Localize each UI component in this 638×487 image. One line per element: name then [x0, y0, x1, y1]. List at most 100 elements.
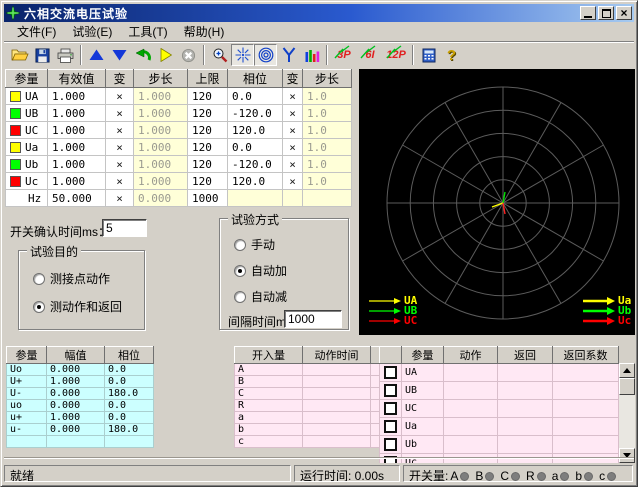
phase-cell[interactable]: -120.0	[228, 156, 283, 173]
vary-toggle[interactable]: ×	[283, 156, 303, 173]
interval-input[interactable]	[284, 310, 342, 328]
phase-step-cell[interactable]: 1.0	[303, 139, 352, 156]
radio-button-selected[interactable]	[234, 265, 246, 277]
checkbox[interactable]	[384, 366, 397, 379]
switch-state-icon	[460, 472, 469, 481]
start-button[interactable]	[154, 44, 177, 66]
radio-button[interactable]	[33, 273, 45, 285]
switch-indicator-c: c	[599, 469, 616, 482]
bar-view-button[interactable]	[300, 44, 323, 66]
lower-button[interactable]	[108, 44, 131, 66]
phase-cell[interactable]: 0.0	[228, 139, 283, 156]
maximize-button[interactable]	[598, 6, 614, 20]
step-cell[interactable]: 1.000	[134, 105, 188, 122]
close-button[interactable]: ×	[616, 6, 632, 20]
vary-toggle[interactable]: ×	[106, 88, 134, 105]
phase-cell[interactable]: 0.0	[228, 88, 283, 105]
phase-cell[interactable]: 120.0	[228, 122, 283, 139]
limit-cell[interactable]: 1000	[188, 190, 228, 207]
switch-indicator-B: B	[475, 469, 494, 482]
limit-cell[interactable]: 120	[188, 173, 228, 190]
col-header: 变	[283, 70, 303, 88]
vary-toggle[interactable]: ×	[106, 122, 134, 139]
vary-toggle[interactable]: ×	[283, 105, 303, 122]
confirm-time-input[interactable]	[102, 219, 147, 237]
limit-cell[interactable]: 120	[188, 105, 228, 122]
limit-cell[interactable]: 120	[188, 156, 228, 173]
vector-view-button[interactable]	[277, 44, 300, 66]
mode-6i-button[interactable]: 6I	[357, 44, 383, 66]
step-cell[interactable]: 0.000	[134, 190, 188, 207]
parameter-table: 参量 有效值 变 步长 上限 相位 变 步长 UA 1.000 × 1.000 …	[5, 69, 352, 207]
scrollbar-thumb[interactable]	[619, 378, 635, 395]
zoom-button[interactable]	[208, 44, 231, 66]
vary-toggle[interactable]: ×	[106, 190, 134, 207]
checkbox[interactable]	[384, 420, 397, 433]
vary-toggle[interactable]: ×	[106, 156, 134, 173]
phasor-view-button[interactable]	[231, 44, 254, 66]
table-row: Ub	[380, 436, 619, 454]
menu-tools[interactable]: 工具(T)	[120, 21, 175, 42]
limit-cell[interactable]: 120	[188, 139, 228, 156]
rms-cell[interactable]: 1.000	[48, 173, 106, 190]
calculator-button[interactable]	[417, 44, 440, 66]
limit-cell[interactable]: 120	[188, 122, 228, 139]
vary-toggle[interactable]: ×	[106, 173, 134, 190]
vary-toggle[interactable]: ×	[106, 139, 134, 156]
stop-button[interactable]	[177, 44, 200, 66]
step-cell[interactable]: 1.000	[134, 139, 188, 156]
rms-cell[interactable]: 1.000	[48, 139, 106, 156]
scroll-down-button[interactable]	[619, 448, 635, 463]
reset-button[interactable]	[131, 44, 154, 66]
raise-button[interactable]	[85, 44, 108, 66]
step-cell[interactable]: 1.000	[134, 173, 188, 190]
legend-uc: UC	[369, 316, 417, 326]
mode-3p-button[interactable]: 3P	[331, 44, 357, 66]
spiral-view-button[interactable]	[254, 44, 277, 66]
vary-toggle[interactable]: ×	[106, 105, 134, 122]
phase-cell[interactable]: 120.0	[228, 173, 283, 190]
vary-toggle[interactable]: ×	[283, 139, 303, 156]
switch-indicator-C: C	[500, 469, 520, 482]
rms-cell[interactable]: 1.000	[48, 156, 106, 173]
print-button[interactable]	[54, 44, 77, 66]
table-row: UC 1.000 × 1.000 120 120.0 × 1.0	[6, 122, 352, 139]
menu-help[interactable]: 帮助(H)	[176, 21, 233, 42]
vary-toggle[interactable]: ×	[283, 88, 303, 105]
open-button[interactable]	[8, 44, 31, 66]
checkbox[interactable]	[384, 384, 397, 397]
scroll-up-button[interactable]	[619, 363, 635, 378]
rms-cell[interactable]: 50.000	[48, 190, 106, 207]
phase-step-cell[interactable]: 1.0	[303, 88, 352, 105]
arrow-icon	[583, 316, 615, 326]
step-cell[interactable]: 1.000	[134, 122, 188, 139]
phase-step-cell[interactable]: 1.0	[303, 173, 352, 190]
minimize-button[interactable]	[580, 6, 596, 20]
radio-button-selected[interactable]	[33, 301, 45, 313]
checkbox[interactable]	[384, 438, 397, 451]
menu-test[interactable]: 试验(E)	[64, 21, 120, 42]
help-button[interactable]: ?	[440, 44, 463, 66]
radio-button[interactable]	[234, 291, 246, 303]
phase-step-cell[interactable]: 1.0	[303, 105, 352, 122]
menu-file[interactable]: 文件(F)	[9, 21, 64, 42]
phase-step-cell[interactable]: 1.0	[303, 156, 352, 173]
rms-cell[interactable]: 1.000	[48, 88, 106, 105]
rms-cell[interactable]: 1.000	[48, 105, 106, 122]
step-cell[interactable]: 1.000	[134, 88, 188, 105]
col-header: 有效值	[48, 70, 106, 88]
phase-cell[interactable]: -120.0	[228, 105, 283, 122]
vary-toggle[interactable]: ×	[283, 173, 303, 190]
phase-step-cell[interactable]: 1.0	[303, 122, 352, 139]
checkbox[interactable]	[384, 402, 397, 415]
app-window: 六相交流电压试验 × 文件(F) 试验(E) 工具(T) 帮助(H)	[0, 0, 638, 487]
limit-cell[interactable]: 120	[188, 88, 228, 105]
col-header: 返回	[498, 347, 553, 364]
vary-toggle[interactable]: ×	[283, 122, 303, 139]
vertical-scrollbar[interactable]	[619, 363, 635, 463]
step-cell[interactable]: 1.000	[134, 156, 188, 173]
radio-button[interactable]	[234, 239, 246, 251]
save-button[interactable]	[31, 44, 54, 66]
mode-12p-button[interactable]: 12P	[383, 44, 409, 66]
rms-cell[interactable]: 1.000	[48, 122, 106, 139]
